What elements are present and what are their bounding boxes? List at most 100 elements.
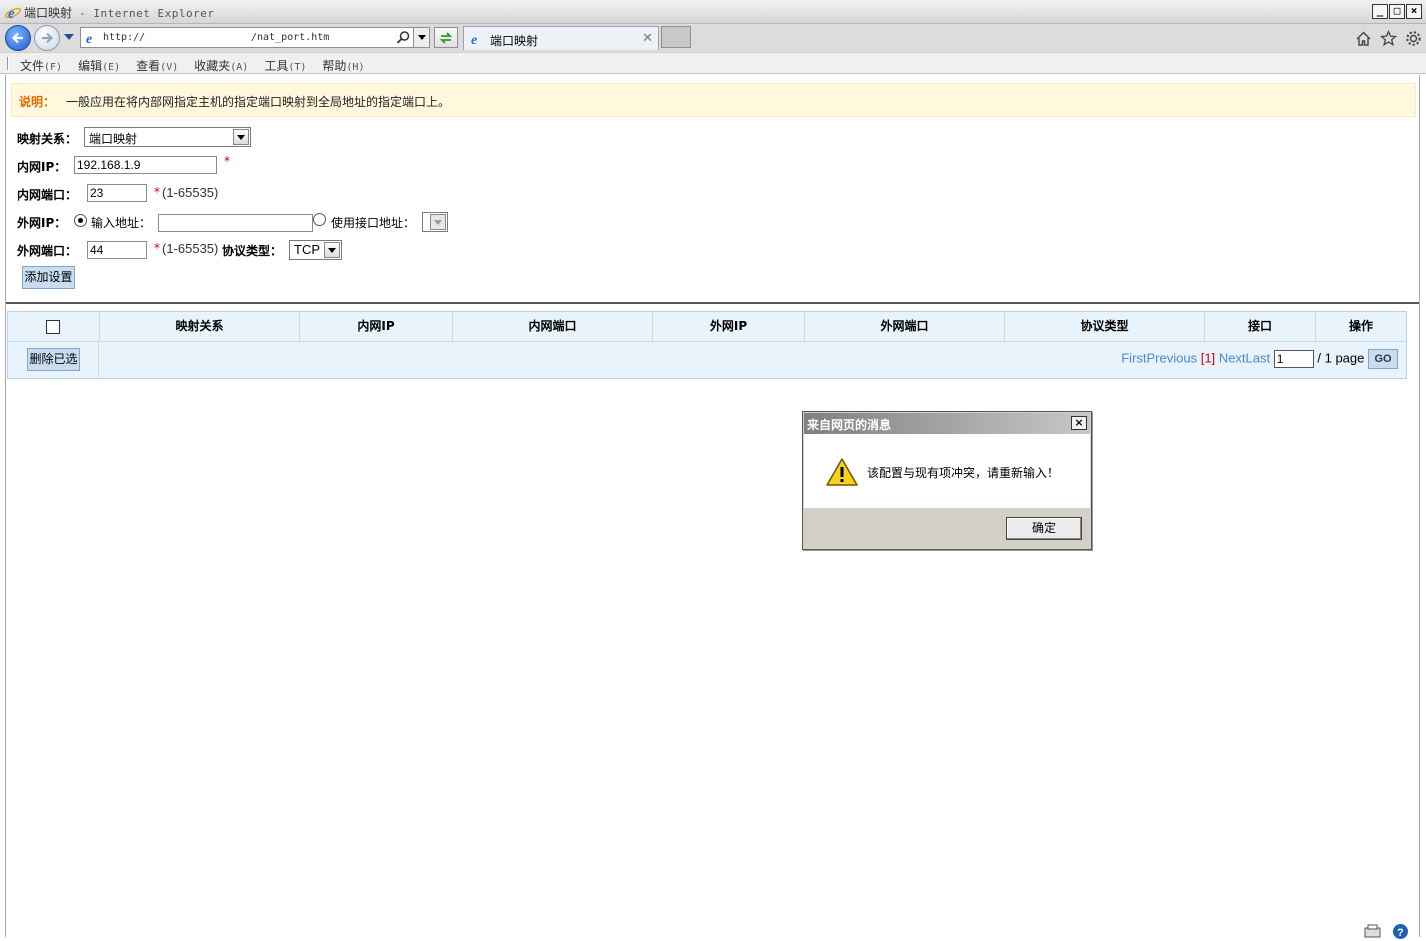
browser-tab[interactable]: e 端口映射 ✕ xyxy=(463,26,659,50)
pager-current: [1] xyxy=(1200,350,1216,366)
favorites-star-icon[interactable] xyxy=(1380,30,1397,47)
toolbar-right-icons xyxy=(1355,30,1422,47)
section-divider xyxy=(6,302,1419,304)
header-action: 操作 xyxy=(1316,312,1406,341)
compat-refresh-button[interactable] xyxy=(434,27,458,48)
menu-tools[interactable]: 工具(T) xyxy=(264,57,306,74)
new-tab-button[interactable] xyxy=(661,26,691,48)
arrow-right-icon xyxy=(42,32,54,44)
svg-text:?: ? xyxy=(1397,927,1404,939)
window-title-bar: e 端口映射 - Internet Explorer _ □ × xyxy=(0,0,1426,24)
add-setting-button[interactable]: 添加设置 xyxy=(22,266,75,289)
pager-go-button[interactable]: GO xyxy=(1368,349,1398,369)
warning-icon xyxy=(826,458,858,486)
outer-port-required: * xyxy=(154,241,160,255)
menu-help-label: 帮助 xyxy=(322,59,347,73)
protocol-select-value: TCP xyxy=(294,242,320,257)
menu-grip xyxy=(7,57,9,70)
alert-dialog: 来自网页的消息 × 该配置与现有项冲突，请重新输入！ 确定 xyxy=(802,411,1092,550)
menu-view-accel: (V) xyxy=(160,62,179,73)
notice-box: 说明： 一般应用在将内部网指定主机的指定端口映射到全局地址的指定端口上。 xyxy=(11,83,1416,117)
close-window-button[interactable]: × xyxy=(1406,4,1422,19)
dialog-message: 该配置与现有项冲突，请重新输入！ xyxy=(867,466,1060,480)
address-dropdown-button[interactable] xyxy=(413,28,429,47)
header-mapping: 映射关系 xyxy=(100,312,300,341)
menu-help[interactable]: 帮助(H) xyxy=(322,57,364,74)
mapping-select[interactable]: 端口映射 xyxy=(84,127,251,147)
menu-bar: 文件(F) 编辑(E) 查看(V) 收藏夹(A) 工具(T) 帮助(H) xyxy=(0,52,1426,74)
outer-ip-label: 外网IP： xyxy=(17,216,67,230)
forward-button[interactable] xyxy=(34,25,60,51)
gear-icon[interactable] xyxy=(1405,30,1422,47)
interface-select-button[interactable] xyxy=(430,214,446,230)
search-icon[interactable] xyxy=(396,30,411,45)
page-ie-icon: e xyxy=(86,32,92,45)
minimize-button[interactable]: _ xyxy=(1372,4,1388,19)
outer-port-input[interactable] xyxy=(87,241,147,259)
protocol-select[interactable]: TCP xyxy=(289,240,342,260)
dialog-close-icon[interactable]: × xyxy=(1071,416,1087,430)
protocol-select-button[interactable] xyxy=(324,242,340,258)
pager-first-link[interactable]: First xyxy=(1121,350,1146,365)
svg-text:e: e xyxy=(8,6,15,21)
outer-port-label: 外网端口： xyxy=(17,244,78,258)
dialog-ok-button[interactable]: 确定 xyxy=(1006,517,1082,540)
mapping-select-value: 端口映射 xyxy=(89,132,138,146)
inner-port-input[interactable] xyxy=(87,184,147,202)
back-button[interactable] xyxy=(5,25,31,51)
inner-ip-label: 内网IP： xyxy=(17,160,67,174)
page-viewport: 说明： 一般应用在将内部网指定主机的指定端口映射到全局地址的指定端口上。 映射关… xyxy=(5,75,1420,937)
window-title-app: - Internet Explorer xyxy=(72,7,215,20)
header-outer-port: 外网端口 xyxy=(805,312,1005,341)
help-icon[interactable]: ? xyxy=(1392,923,1409,940)
dialog-title: 来自网页的消息 xyxy=(807,418,892,432)
interface-select[interactable] xyxy=(422,212,448,232)
dialog-title-bar: 来自网页的消息 × xyxy=(804,413,1090,434)
delete-selected-button[interactable]: 删除已选 xyxy=(27,348,80,371)
footer-left-cell: 删除已选 xyxy=(8,342,99,379)
maximize-button[interactable]: □ xyxy=(1389,4,1405,19)
inner-ip-required: * xyxy=(224,154,230,168)
menu-tools-label: 工具 xyxy=(264,59,289,73)
address-url-prefix[interactable]: http:// xyxy=(103,32,145,43)
tab-close-icon[interactable]: ✕ xyxy=(642,31,653,46)
menu-view[interactable]: 查看(V) xyxy=(136,57,178,74)
menu-favorites[interactable]: 收藏夹(A) xyxy=(194,57,248,74)
address-url-path[interactable]: /nat_port.htm xyxy=(251,32,329,43)
mapping-table: 映射关系 内网IP 内网端口 外网IP 外网端口 协议类型 接口 操作 删除已选… xyxy=(7,311,1407,379)
pager-total: / 1 page xyxy=(1317,350,1365,366)
notice-text: 一般应用在将内部网指定主机的指定端口映射到全局地址的指定端口上。 xyxy=(66,95,451,109)
home-icon[interactable] xyxy=(1355,30,1372,47)
compatibility-icon[interactable] xyxy=(1364,923,1381,940)
menu-help-accel: (H) xyxy=(346,62,365,73)
tab-ie-icon: e xyxy=(471,33,477,46)
ie-logo-icon: e xyxy=(4,6,22,21)
mapping-select-button[interactable] xyxy=(233,129,249,145)
pager: FirstPrevious [1] NextLast / 1 page GO xyxy=(1121,349,1398,371)
outer-ip-input[interactable] xyxy=(158,214,313,232)
window-title-page: 端口映射 xyxy=(24,6,73,20)
radio-input-address[interactable] xyxy=(74,214,87,227)
radio-interface-address[interactable] xyxy=(313,213,326,226)
address-bar[interactable]: e http:// /nat_port.htm xyxy=(80,27,430,48)
menu-items: 文件(F) 编辑(E) 查看(V) 收藏夹(A) 工具(T) 帮助(H) xyxy=(20,57,364,74)
pager-previous-link[interactable]: Previous xyxy=(1147,350,1198,365)
pager-last-link[interactable]: Last xyxy=(1246,350,1271,365)
chevron-down-icon xyxy=(434,219,442,225)
pager-next-link[interactable]: Next xyxy=(1219,350,1246,365)
mapping-row: 映射关系： 端口映射 xyxy=(17,126,317,148)
chevron-down-icon xyxy=(328,247,336,253)
inner-ip-input[interactable] xyxy=(74,156,217,174)
menu-edit[interactable]: 编辑(E) xyxy=(78,57,120,74)
pager-page-input[interactable] xyxy=(1273,350,1314,368)
window-title: 端口映射 - Internet Explorer xyxy=(24,4,214,21)
status-bar: ? xyxy=(1356,920,1426,941)
select-all-checkbox[interactable] xyxy=(46,320,60,334)
chevron-down-icon xyxy=(417,35,426,40)
inner-ip-row: 内网IP： * xyxy=(17,154,317,176)
menu-edit-accel: (E) xyxy=(102,62,121,73)
protocol-label: 协议类型： xyxy=(222,244,283,258)
menu-tools-accel: (T) xyxy=(288,62,307,73)
history-dropdown-icon[interactable] xyxy=(64,34,74,40)
menu-file[interactable]: 文件(F) xyxy=(20,57,62,74)
